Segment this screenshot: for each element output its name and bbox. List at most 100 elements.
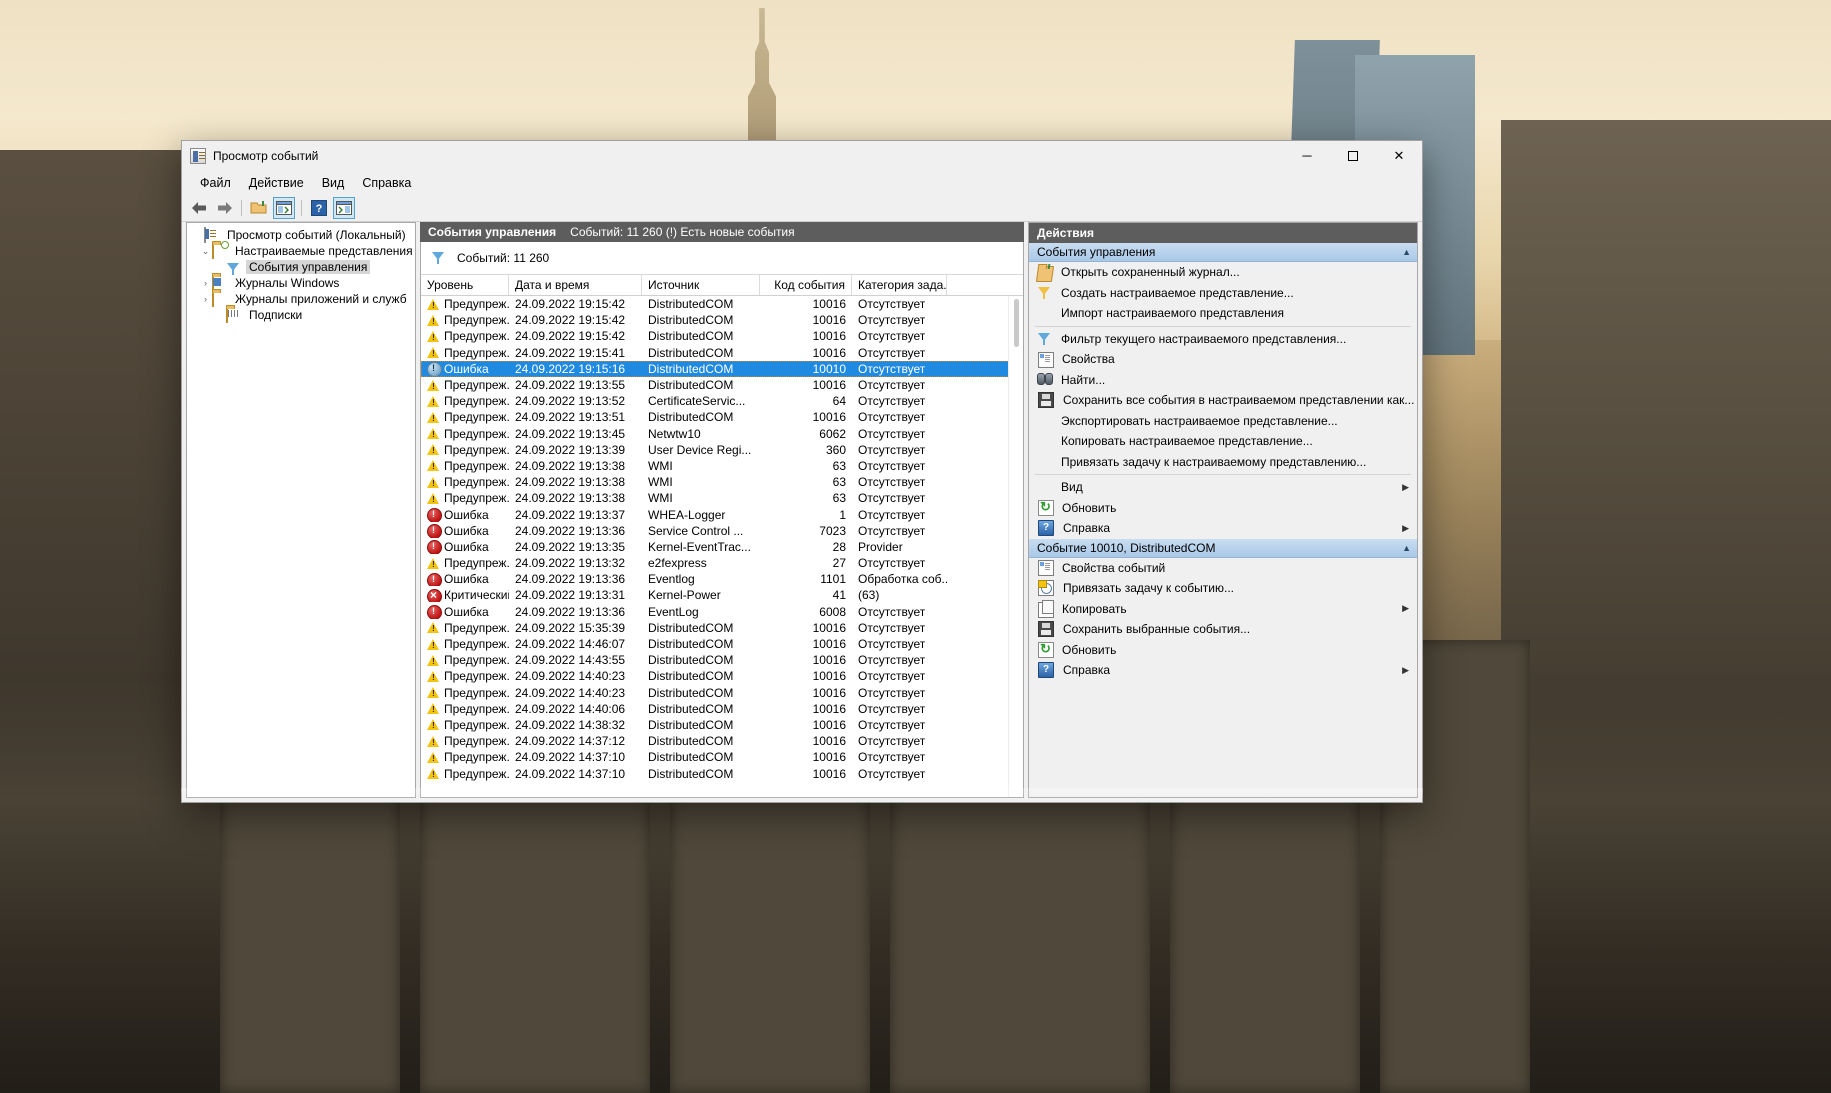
open-folder-icon[interactable] <box>248 197 270 219</box>
cell-category: Отсутствует <box>858 442 926 457</box>
action-item[interactable]: Привязать задачу к настраиваемому предст… <box>1029 452 1417 473</box>
table-row[interactable]: Предупреж... 24.09.2022 14:37:12 Distribut… <box>421 733 1023 749</box>
table-row[interactable]: Предупреж... 24.09.2022 19:13:38 WMI 63 Отсу… <box>421 474 1023 490</box>
table-row[interactable]: Предупреж... 24.09.2022 19:13:45 Netwtw10 6… <box>421 426 1023 442</box>
action-item[interactable]: Сохранить выбранные события... <box>1029 619 1417 640</box>
close-button[interactable]: ✕ <box>1376 141 1422 170</box>
console-tree-pane[interactable]: Просмотр событий (Локальный) ⌄ Настраива… <box>186 222 416 798</box>
action-item[interactable]: Импорт настраиваемого представления <box>1029 303 1417 324</box>
twisty-collapsed-icon[interactable]: › <box>199 278 212 288</box>
cell-datetime: 24.09.2022 19:15:42 <box>515 297 626 312</box>
toggle-console-tree-icon[interactable] <box>273 197 295 219</box>
action-item[interactable]: Открыть сохраненный журнал... <box>1029 262 1417 283</box>
chevron-up-icon[interactable]: ▲ <box>1402 247 1411 257</box>
table-row[interactable]: Предупреж... 24.09.2022 19:15:42 Distribut… <box>421 312 1023 328</box>
table-row[interactable]: Предупреж... 24.09.2022 14:46:07 Distribut… <box>421 636 1023 652</box>
column-header-task-category[interactable]: Категория зада... <box>852 275 947 295</box>
action-item[interactable]: Обновить <box>1029 498 1417 519</box>
action-item[interactable]: Справка ▶ <box>1029 660 1417 681</box>
tree-item-windows-logs[interactable]: › Журналы Windows <box>187 275 415 291</box>
action-item[interactable]: Сохранить все события в настраиваемом пр… <box>1029 390 1417 411</box>
action-item[interactable]: Свойства событий <box>1029 558 1417 579</box>
menu-file[interactable]: Файл <box>191 173 240 193</box>
table-row[interactable]: Предупреж... 24.09.2022 14:40:06 Distribut… <box>421 701 1023 717</box>
table-row[interactable]: Предупреж... 24.09.2022 14:37:10 Distribut… <box>421 765 1023 781</box>
tree-item-label: Просмотр событий (Локальный) <box>227 228 406 242</box>
menu-help[interactable]: Справка <box>353 173 420 193</box>
event-list-scrollbar[interactable] <box>1008 296 1023 797</box>
minimize-button[interactable]: ─ <box>1284 141 1330 170</box>
table-row[interactable]: Предупреж... 24.09.2022 14:37:10 Distribut… <box>421 749 1023 765</box>
action-item[interactable]: Привязать задачу к событию... <box>1029 578 1417 599</box>
cell-event_id: 63 <box>832 491 846 506</box>
table-row[interactable]: Предупреж... 24.09.2022 19:13:51 Distribut… <box>421 409 1023 425</box>
table-row[interactable]: Предупреж... 24.09.2022 14:40:23 Distribut… <box>421 668 1023 684</box>
twisty-collapsed-icon[interactable]: › <box>199 294 212 304</box>
column-header-datetime[interactable]: Дата и время <box>509 275 642 295</box>
filter-summary-row[interactable]: Событий: 11 260 <box>421 242 1023 275</box>
table-row[interactable]: Ошибка 24.09.2022 19:13:36 Service Control… <box>421 523 1023 539</box>
column-header-source[interactable]: Источник <box>642 275 760 295</box>
table-row[interactable]: Предупреж... 24.09.2022 19:15:41 Distribut… <box>421 345 1023 361</box>
level-label: Предупреж... <box>444 734 509 749</box>
chevron-up-icon[interactable]: ▲ <box>1402 543 1411 553</box>
chevron-right-icon[interactable]: ▶ <box>1402 523 1409 534</box>
table-row[interactable]: Предупреж... 24.09.2022 19:13:55 Distribut… <box>421 377 1023 393</box>
table-row[interactable]: Предупреж... 24.09.2022 19:13:32 e2fexpres… <box>421 555 1023 571</box>
chevron-right-icon[interactable]: ▶ <box>1402 665 1409 676</box>
table-row[interactable]: Ошибка 24.09.2022 19:15:16 DistributedCOM 1… <box>421 360 1023 377</box>
tree-item-custom-views[interactable]: ⌄ Настраиваемые представления <box>187 243 415 259</box>
table-row[interactable]: Предупреж... 24.09.2022 19:15:42 Distribut… <box>421 328 1023 344</box>
table-row[interactable]: Предупреж... 24.09.2022 14:43:55 Distribut… <box>421 652 1023 668</box>
twisty-expanded-icon[interactable]: ⌄ <box>199 246 212 257</box>
action-item[interactable]: Копировать настраиваемое представление..… <box>1029 431 1417 452</box>
action-item[interactable]: Найти... <box>1029 370 1417 391</box>
table-row[interactable]: Предупреж... 24.09.2022 14:40:23 Distribut… <box>421 685 1023 701</box>
tree-item-event-viewer-local[interactable]: Просмотр событий (Локальный) <box>187 227 415 243</box>
table-row[interactable]: Предупреж... 24.09.2022 19:13:39 User Devi… <box>421 442 1023 458</box>
actions-group-header[interactable]: События управления ▲ <box>1029 243 1417 262</box>
action-item[interactable]: Вид ▶ <box>1029 477 1417 498</box>
actions-group-header[interactable]: Событие 10010, DistributedCOM ▲ <box>1029 538 1417 558</box>
action-item[interactable]: Копировать ▶ <box>1029 599 1417 620</box>
cell-category: Отсутствует <box>858 604 926 619</box>
warning-icon <box>427 686 440 699</box>
back-icon[interactable] <box>188 197 210 219</box>
event-list-rows[interactable]: Предупреж... 24.09.2022 19:15:42 Distribut… <box>421 296 1023 797</box>
tree-item-apps-and-services-logs[interactable]: › Журналы приложений и служб <box>187 291 415 307</box>
menu-action[interactable]: Действие <box>240 173 313 193</box>
table-row[interactable]: Ошибка 24.09.2022 19:13:36 EventLog 6008 Отс… <box>421 604 1023 620</box>
actions-list[interactable]: События управления ▲ Открыть сохраненный ж… <box>1029 243 1417 797</box>
maximize-button[interactable] <box>1330 141 1376 170</box>
chevron-right-icon[interactable]: ▶ <box>1402 482 1409 493</box>
table-row[interactable]: Предупреж... 24.09.2022 15:35:39 Distribut… <box>421 620 1023 636</box>
table-row[interactable]: Предупреж... 24.09.2022 19:13:38 WMI 63 Отсу… <box>421 458 1023 474</box>
action-item[interactable]: Свойства <box>1029 349 1417 370</box>
table-row[interactable]: Предупреж... 24.09.2022 19:13:52 Certifica… <box>421 393 1023 409</box>
menu-view[interactable]: Вид <box>313 173 354 193</box>
tree-item-management-events[interactable]: События управления <box>187 259 415 275</box>
window-titlebar[interactable]: Просмотр событий ─ ✕ <box>182 141 1422 170</box>
table-row[interactable]: Ошибка 24.09.2022 19:13:35 Kernel-EventTra… <box>421 539 1023 555</box>
table-row[interactable]: Предупреж... 24.09.2022 19:15:42 Distribut… <box>421 296 1023 312</box>
table-row[interactable]: Критический 24.09.2022 19:13:31 Kernel-Pow… <box>421 587 1023 603</box>
action-item[interactable]: Фильтр текущего настраиваемого представл… <box>1029 329 1417 350</box>
tree-item-subscriptions[interactable]: Подписки <box>187 307 415 323</box>
column-header-level[interactable]: Уровень <box>421 275 509 295</box>
cell-datetime: 24.09.2022 19:15:16 <box>515 361 626 376</box>
table-row[interactable]: Предупреж... 24.09.2022 14:38:32 Distribut… <box>421 717 1023 733</box>
action-item[interactable]: Экспортировать настраиваемое представлен… <box>1029 411 1417 432</box>
forward-icon[interactable] <box>213 197 235 219</box>
table-row[interactable]: Ошибка 24.09.2022 19:13:37 WHEA-Logger 1 Отс… <box>421 506 1023 522</box>
scrollbar-thumb[interactable] <box>1014 299 1019 347</box>
action-item[interactable]: Обновить <box>1029 640 1417 661</box>
table-row[interactable]: Предупреж... 24.09.2022 19:13:38 WMI 63 Отсу… <box>421 490 1023 506</box>
column-header-event-id[interactable]: Код события <box>760 275 852 295</box>
cell-event_id: 27 <box>832 556 846 571</box>
table-row[interactable]: Ошибка 24.09.2022 19:13:36 Eventlog 1101 Обр… <box>421 571 1023 587</box>
toggle-action-pane-icon[interactable] <box>333 197 355 219</box>
action-item[interactable]: Справка ▶ <box>1029 518 1417 539</box>
help-icon[interactable]: ? <box>308 197 330 219</box>
action-item[interactable]: Создать настраиваемое представление... <box>1029 283 1417 304</box>
chevron-right-icon[interactable]: ▶ <box>1402 603 1409 614</box>
